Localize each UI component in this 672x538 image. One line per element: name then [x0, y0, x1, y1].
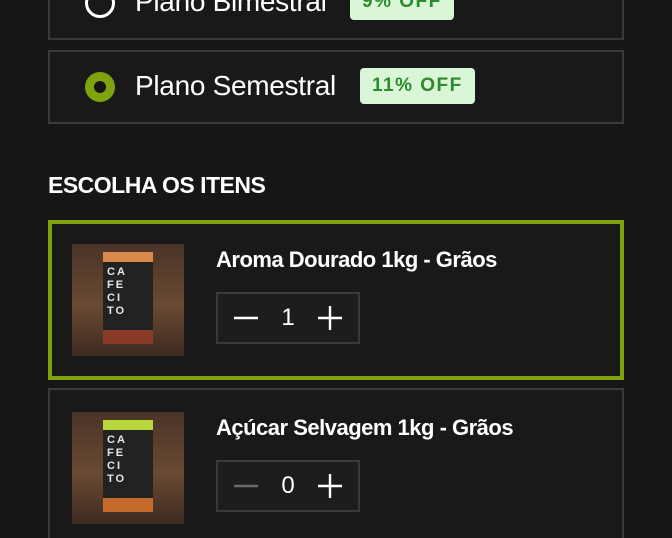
quantity-value: 1	[281, 304, 295, 331]
plan-option-bimestral[interactable]: Plano Bimestral 9% OFF	[48, 0, 624, 40]
minus-icon	[234, 316, 258, 320]
plus-icon	[318, 474, 342, 498]
package-logo-text: CA FE CI TO	[107, 266, 127, 317]
quantity-value: 0	[281, 472, 295, 499]
product-card-aroma-dourado[interactable]: CA FE CI TO Aroma Dourado 1kg - Grãos 1	[48, 220, 624, 380]
package-logo-text: CA FE CI TO	[107, 434, 127, 485]
quantity-stepper: 0	[216, 460, 360, 512]
decrease-quantity-button[interactable]	[222, 294, 270, 342]
decrease-quantity-button[interactable]	[222, 462, 270, 510]
product-image: CA FE CI TO	[72, 412, 184, 524]
plan-option-semestral[interactable]: Plano Semestral 11% OFF	[48, 50, 624, 124]
plus-icon	[318, 306, 342, 330]
product-card-acucar-selvagem[interactable]: CA FE CI TO Açúcar Selvagem 1kg - Grãos …	[48, 388, 624, 538]
product-image: CA FE CI TO	[72, 244, 184, 356]
radio-unselected-icon[interactable]	[85, 0, 115, 18]
minus-icon	[234, 484, 258, 488]
section-title: ESCOLHA OS ITENS	[48, 172, 266, 198]
increase-quantity-button[interactable]	[306, 294, 354, 342]
coffee-bag-illustration: CA FE CI TO	[103, 252, 153, 344]
quantity-stepper: 1	[216, 292, 360, 344]
discount-badge: 9% OFF	[350, 0, 454, 20]
discount-badge: 11% OFF	[360, 68, 475, 104]
radio-selected-icon[interactable]	[85, 72, 115, 102]
product-name: Aroma Dourado 1kg - Grãos	[216, 247, 497, 272]
subscription-page: Plano Bimestral 9% OFF Plano Semestral 1…	[0, 0, 672, 538]
plan-name: Plano Semestral	[135, 70, 336, 101]
coffee-bag-illustration: CA FE CI TO	[103, 420, 153, 512]
plan-name: Plano Bimestral	[135, 0, 327, 17]
product-name: Açúcar Selvagem 1kg - Grãos	[216, 415, 514, 440]
increase-quantity-button[interactable]	[306, 462, 354, 510]
